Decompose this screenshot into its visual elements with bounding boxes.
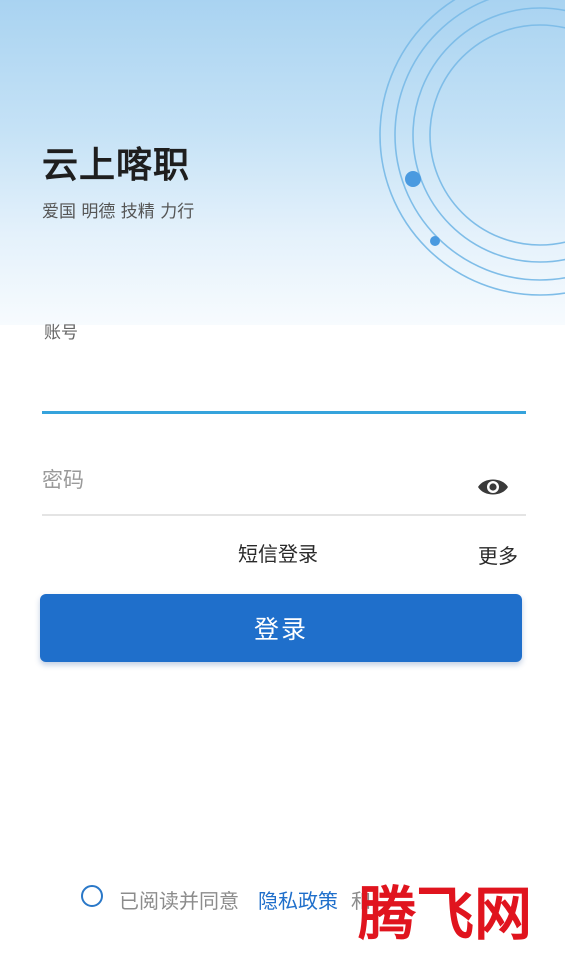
password-input-underline bbox=[42, 514, 526, 516]
login-button[interactable]: 登录 bbox=[40, 594, 522, 662]
sms-login-link[interactable]: 短信登录 bbox=[238, 538, 318, 567]
app-slogan: 爱国 明德 技精 力行 bbox=[42, 202, 195, 222]
eye-icon[interactable] bbox=[476, 473, 510, 501]
more-options-link[interactable]: 更多 bbox=[478, 540, 518, 569]
password-input[interactable] bbox=[42, 460, 462, 500]
app-title: 云上喀职 bbox=[42, 145, 191, 186]
agreement-prefix-text: 已阅读并同意 bbox=[119, 889, 239, 913]
svg-text:腾飞网: 腾飞网 bbox=[358, 880, 532, 948]
agreement-radio[interactable] bbox=[81, 885, 103, 907]
watermark-logo: 腾飞网 bbox=[358, 880, 532, 948]
account-input[interactable] bbox=[42, 350, 526, 406]
account-label: 账号 bbox=[44, 323, 78, 343]
account-input-underline bbox=[42, 411, 526, 414]
privacy-policy-link[interactable]: 隐私政策 bbox=[258, 885, 338, 914]
header-banner: 云上喀职 爱国 明德 技精 力行 bbox=[0, 0, 565, 325]
